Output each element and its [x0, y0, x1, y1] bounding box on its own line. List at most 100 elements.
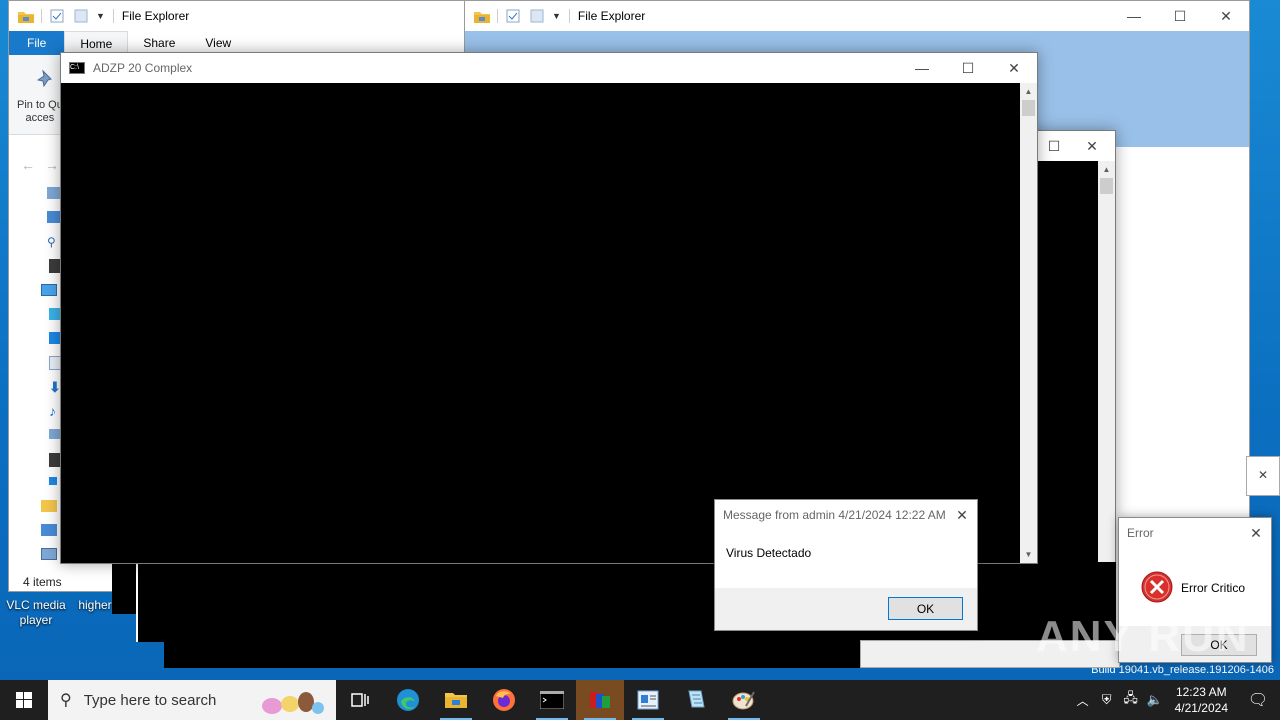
- separator: [497, 9, 498, 23]
- dialog-footer: OK: [715, 588, 977, 630]
- edge-icon: [397, 689, 419, 711]
- search-placeholder: Type here to search: [83, 691, 217, 709]
- close-icon[interactable]: ✕: [1247, 457, 1279, 493]
- error-icon: [1141, 571, 1173, 606]
- dialog-message: Virus Detectado: [726, 546, 812, 560]
- system-tray: ︿ ⛨ 🖧 🔈 12:23 AM 4/21/2024 🗨: [1071, 680, 1280, 720]
- downloads-icon[interactable]: ⬇: [49, 379, 61, 396]
- separator: [41, 9, 42, 23]
- ok-button[interactable]: OK: [888, 597, 963, 620]
- scroll-up-icon[interactable]: ▲: [1098, 161, 1115, 178]
- title-bar: ▼ File Explorer — ☐ ✕: [465, 1, 1249, 31]
- pin-label: acces: [25, 112, 55, 124]
- local-disk-icon[interactable]: [49, 477, 57, 485]
- scroll-down-icon[interactable]: ▼: [1020, 546, 1037, 563]
- dialog-title: Message from admin 4/21/2024 12:22 AM: [723, 508, 946, 522]
- music-icon[interactable]: ♪: [49, 403, 56, 419]
- taskbar-winrar[interactable]: [576, 680, 624, 720]
- taskbar-file-explorer[interactable]: [432, 680, 480, 720]
- taskbar-wordpad[interactable]: [624, 680, 672, 720]
- scroll-thumb[interactable]: [1022, 100, 1035, 116]
- new-folder-icon[interactable]: [530, 9, 546, 23]
- chevron-down-icon[interactable]: ▼: [96, 11, 105, 21]
- clock[interactable]: 12:23 AM 4/21/2024: [1167, 684, 1236, 716]
- close-button[interactable]: ✕: [1069, 131, 1115, 161]
- firefox-icon: [493, 689, 515, 711]
- vertical-scrollbar[interactable]: ▲ ▼: [1020, 83, 1037, 563]
- network-icon[interactable]: [47, 211, 61, 223]
- network-icon[interactable]: [41, 524, 57, 536]
- scroll-thumb[interactable]: [1100, 178, 1113, 194]
- separator: [568, 9, 570, 23]
- desktop-icon-label: VLC media: [6, 598, 66, 612]
- separator: [112, 9, 114, 23]
- properties-icon[interactable]: [50, 9, 66, 23]
- taskbar: ⚲ Type here to search ︿ ⛨ 🖧 🔈 12:23 AM 4…: [0, 680, 1280, 720]
- notifications-icon[interactable]: 🗨: [1236, 690, 1280, 710]
- close-button[interactable]: ✕: [947, 507, 977, 524]
- close-button[interactable]: ✕: [1241, 525, 1271, 542]
- chevron-down-icon[interactable]: ▼: [552, 11, 561, 21]
- search-icon: ⚲: [60, 692, 72, 709]
- taskbar-paint[interactable]: [720, 680, 768, 720]
- minimize-button[interactable]: —: [899, 53, 945, 83]
- status-item-count: 4 items: [23, 575, 62, 589]
- window-fragment-close[interactable]: ✕: [1246, 456, 1280, 496]
- forward-arrow-icon[interactable]: →: [45, 157, 59, 173]
- folder-icon: [473, 9, 490, 23]
- window-title: File Explorer: [121, 9, 190, 23]
- pictures-icon[interactable]: [47, 187, 61, 199]
- taskbar-firefox[interactable]: [480, 680, 528, 720]
- back-arrow-icon[interactable]: ←: [21, 157, 35, 173]
- close-button[interactable]: ✕: [1203, 1, 1249, 31]
- new-folder-icon[interactable]: [74, 9, 90, 23]
- dialog-title-bar: Error ✕: [1119, 518, 1271, 548]
- cmd-icon: [540, 691, 564, 709]
- security-icon[interactable]: ⛨: [1095, 692, 1119, 708]
- control-panel-icon[interactable]: [41, 548, 57, 560]
- task-view-button[interactable]: [336, 680, 384, 720]
- close-button[interactable]: ✕: [991, 53, 1037, 83]
- libraries-icon[interactable]: [41, 500, 57, 512]
- tab-file[interactable]: File: [9, 31, 65, 55]
- message-dialog[interactable]: Message from admin 4/21/2024 12:22 AM ✕ …: [714, 499, 978, 631]
- maximize-button[interactable]: ☐: [1039, 131, 1069, 161]
- window-title: File Explorer: [577, 9, 646, 23]
- console-window-main[interactable]: C:\ ADZP 20 Complex — ☐ ✕ ▲ ▼: [60, 52, 1038, 564]
- maximize-button[interactable]: ☐: [1157, 1, 1203, 31]
- error-message: Error Critico: [1181, 581, 1246, 595]
- title-bar: ▼ File Explorer: [9, 1, 464, 31]
- pin-quick-access-button[interactable]: Pin to Qu acces: [17, 99, 63, 125]
- console-window-back-4[interactable]: [164, 640, 860, 668]
- title-bar: C:\ ADZP 20 Complex — ☐ ✕: [61, 53, 1037, 83]
- taskbar-cmd[interactable]: [528, 680, 576, 720]
- pin-label: Pin to Qu: [17, 99, 63, 111]
- desktop-icon-vlc[interactable]: VLC media player: [4, 598, 68, 628]
- clock-date: 4/21/2024: [1174, 701, 1228, 715]
- minimize-button[interactable]: —: [1111, 1, 1157, 31]
- file-explorer-icon: [445, 693, 467, 708]
- folder-icon: [17, 9, 34, 23]
- dialog-title: Error: [1127, 526, 1154, 540]
- paint-icon: [732, 691, 755, 710]
- window-title: ADZP 20 Complex: [93, 61, 193, 75]
- task-view-icon: [351, 693, 369, 707]
- taskbar-edge[interactable]: [384, 680, 432, 720]
- start-button[interactable]: [0, 680, 48, 720]
- volume-icon[interactable]: 🔈: [1143, 692, 1167, 708]
- search-icon[interactable]: ⚲: [47, 235, 61, 249]
- pin-icon[interactable]: [36, 69, 57, 94]
- search-box[interactable]: ⚲ Type here to search: [48, 680, 336, 720]
- taskbar-notepad[interactable]: [672, 680, 720, 720]
- notepad-icon: [688, 690, 705, 708]
- easter-eggs-icon: [256, 686, 328, 719]
- maximize-button[interactable]: ☐: [945, 53, 991, 83]
- chevron-up-icon[interactable]: ︿: [1071, 692, 1095, 709]
- network-icon[interactable]: 🖧: [1119, 689, 1143, 711]
- console-output: [61, 83, 1020, 563]
- windows-icon: [16, 692, 32, 708]
- properties-icon[interactable]: [506, 9, 522, 23]
- this-pc-icon[interactable]: [41, 284, 57, 296]
- wordpad-icon: [637, 690, 659, 710]
- scroll-up-icon[interactable]: ▲: [1020, 83, 1037, 100]
